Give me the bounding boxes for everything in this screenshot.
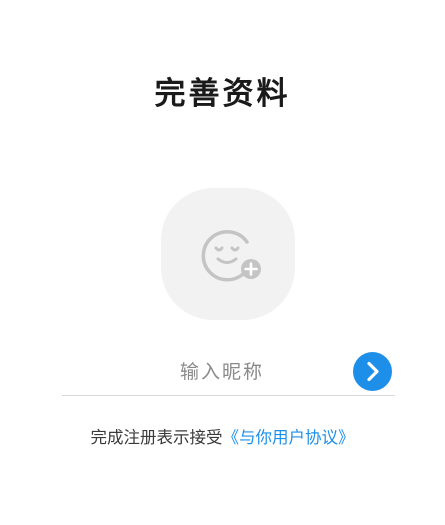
user-agreement-link[interactable]: 《与你用户协议》: [223, 428, 355, 447]
smiley-add-icon: [201, 230, 261, 282]
page-title: 完善资料: [154, 76, 291, 112]
agreement-text: 完成注册表示接受《与你用户协议》: [0, 424, 445, 452]
avatar-picker[interactable]: [161, 188, 295, 320]
agreement-prefix: 完成注册表示接受: [90, 428, 223, 447]
chevron-right-icon: [367, 361, 379, 382]
complete-profile-screen: 完善资料 完成注册表示接受《与你用户协议》: [0, 0, 445, 525]
nickname-input[interactable]: [102, 354, 342, 390]
submit-button[interactable]: [353, 352, 392, 391]
nickname-row: [62, 348, 395, 396]
